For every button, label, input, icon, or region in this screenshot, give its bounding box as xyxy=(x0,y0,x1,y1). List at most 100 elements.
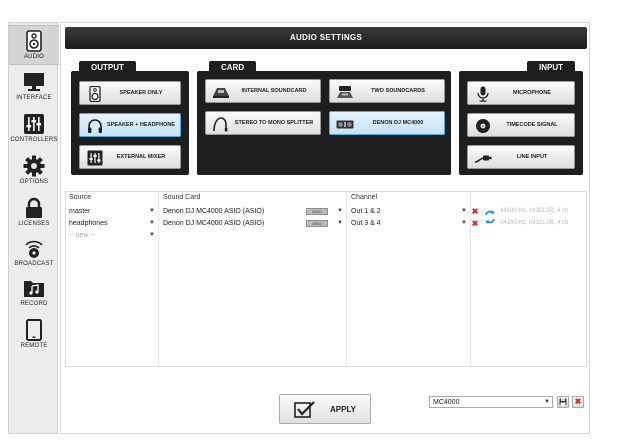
sidebar-item-licenses[interactable]: LICENSES xyxy=(9,193,59,233)
sliders-icon xyxy=(24,114,44,134)
delete-row-icon[interactable]: ✖ xyxy=(471,206,479,217)
sidebar-item-label: LICENSES xyxy=(18,221,50,227)
monitor-icon xyxy=(24,73,44,91)
chevron-down-icon[interactable]: ▼ xyxy=(148,206,156,217)
sidebar-item-label: INTERFACE xyxy=(16,95,52,101)
headphones-icon xyxy=(88,119,102,133)
table-row: master ▼ Denon DJ MC4000 ASIO (ASIO) ASI… xyxy=(66,206,586,217)
column-header-sound-card: Sound Card xyxy=(163,194,201,201)
sidebar-item-label: OPTIONS xyxy=(19,179,49,185)
microphone-icon xyxy=(477,86,489,102)
table-row: -- new -- ▼ xyxy=(66,230,586,241)
page-title: AUDIO SETTINGS xyxy=(65,27,587,49)
sidebar-item-audio[interactable]: AUDIO xyxy=(9,25,59,65)
floppy-disk-icon xyxy=(559,398,567,406)
music-folder-icon xyxy=(24,281,44,297)
denon-mc4000-button[interactable]: DENON DJ MC4000 xyxy=(329,111,445,135)
speaker-icon xyxy=(26,30,42,52)
line-input-label: LINE INPUT xyxy=(516,154,548,160)
asio-settings-button[interactable]: ASIO xyxy=(306,208,328,215)
channel-select[interactable]: Out 3 & 4 xyxy=(348,218,456,229)
format-info: 44100 Hz, Int32LSB, 4 ch xyxy=(500,220,569,226)
chevron-down-icon: ▼ xyxy=(544,399,550,405)
stereo-mono-splitter-button[interactable]: STEREO TO MONO SPLITTER xyxy=(205,111,321,135)
sidebar-item-label: CONTROLLERS xyxy=(10,137,58,143)
internal-soundcard-button[interactable]: INTERNAL SOUNDCARD xyxy=(205,79,321,103)
card-group-title: CARD xyxy=(209,61,257,73)
delete-icon: ✖ xyxy=(574,397,582,406)
tablet-icon xyxy=(26,319,42,341)
lock-icon xyxy=(26,197,42,218)
card-group: CARD INTERNAL SOUNDCARD TWO SOUNDCARDS S… xyxy=(197,61,451,175)
audio-settings-window: AUDIO INTERFACE CONTROLLERS OPTIONS LICE… xyxy=(0,0,635,442)
microphone-button[interactable]: MICROPHONE xyxy=(467,81,575,105)
chevron-down-icon[interactable]: ▼ xyxy=(148,218,156,229)
sidebar-item-options[interactable]: OPTIONS xyxy=(9,151,59,191)
output-group-title: OUTPUT xyxy=(79,61,136,73)
sidebar-item-label: BROADCAST xyxy=(14,261,54,267)
asio-settings-button[interactable]: ASIO xyxy=(306,220,328,227)
table-row: headphones ▼ Denon DJ MC4000 ASIO (ASIO)… xyxy=(66,218,586,229)
two-soundcards-icon xyxy=(337,86,353,98)
splitter-cable-icon xyxy=(213,117,228,132)
chevron-down-icon[interactable]: ▼ xyxy=(336,206,344,217)
chevron-down-icon[interactable]: ▼ xyxy=(336,218,344,229)
new-source-select[interactable]: -- new -- xyxy=(66,230,148,241)
main-panel: AUDIO SETTINGS OUTPUT SPEAKER ONLY SPEAK… xyxy=(60,22,590,434)
sidebar-item-interface[interactable]: INTERFACE xyxy=(9,67,59,107)
channel-select[interactable]: Out 1 & 2 xyxy=(348,206,456,217)
sidebar-item-broadcast[interactable]: BROADCAST xyxy=(9,233,59,273)
apply-button[interactable]: APPLY xyxy=(279,394,371,424)
preset-select[interactable]: MC4000 ▼ xyxy=(429,396,553,408)
sidebar: AUDIO INTERFACE CONTROLLERS OPTIONS LICE… xyxy=(8,22,59,434)
checkbox-check-icon xyxy=(294,401,315,418)
denon-mc4000-label: DENON DJ MC4000 xyxy=(372,120,424,126)
cable-icon xyxy=(474,155,492,163)
input-group: INPUT MICROPHONE TIMECODE SIGNAL LINE IN… xyxy=(459,61,583,175)
sidebar-item-remote[interactable]: REMOTE xyxy=(9,315,59,355)
sidebar-item-record[interactable]: RECORD xyxy=(9,273,59,313)
timecode-signal-label: TIMECODE SIGNAL xyxy=(506,122,558,128)
sound-card-select[interactable]: Denon DJ MC4000 ASIO (ASIO) xyxy=(160,218,302,229)
source-select[interactable]: master xyxy=(66,206,148,217)
chevron-down-icon[interactable]: ▼ xyxy=(460,218,468,229)
two-soundcards-label: TWO SOUNDCARDS xyxy=(371,88,425,94)
output-group: OUTPUT SPEAKER ONLY SPEAKER + HEADPHONE xyxy=(71,61,189,175)
save-preset-button[interactable] xyxy=(557,396,569,408)
microphone-label: MICROPHONE xyxy=(513,90,551,96)
column-header-source: Source xyxy=(69,194,92,201)
sidebar-item-label: RECORD xyxy=(20,301,48,307)
apply-label: APPLY xyxy=(330,405,356,414)
delete-preset-button[interactable]: ✖ xyxy=(572,396,584,408)
external-mixer-button[interactable]: EXTERNAL MIXER xyxy=(79,145,181,169)
sidebar-item-label: REMOTE xyxy=(20,343,48,349)
timecode-signal-button[interactable]: TIMECODE SIGNAL xyxy=(467,113,575,137)
speaker-headphone-button[interactable]: SPEAKER + HEADPHONE xyxy=(79,113,181,137)
source-select[interactable]: headphones xyxy=(66,218,148,229)
sound-card-select[interactable]: Denon DJ MC4000 ASIO (ASIO) xyxy=(160,206,302,217)
speaker-only-label: SPEAKER ONLY xyxy=(119,90,163,96)
vinyl-icon xyxy=(476,119,490,133)
sidebar-item-controllers[interactable]: CONTROLLERS xyxy=(9,109,59,149)
external-mixer-label: EXTERNAL MIXER xyxy=(116,154,166,160)
column-header-channel: Channel xyxy=(351,194,378,201)
routing-table: Source Sound Card Channel master ▼ Denon… xyxy=(65,191,587,367)
line-input-button[interactable]: LINE INPUT xyxy=(467,145,575,169)
format-info: 44100 Hz, Int32LSB, 4 ch xyxy=(500,208,569,214)
input-group-title: INPUT xyxy=(527,61,575,73)
delete-row-icon[interactable]: ✖ xyxy=(471,218,479,229)
sidebar-item-label: AUDIO xyxy=(23,54,44,60)
two-soundcards-button[interactable]: TWO SOUNDCARDS xyxy=(329,79,445,103)
broadcast-icon xyxy=(25,240,43,258)
controller-icon xyxy=(336,120,354,129)
mixer-icon xyxy=(87,150,103,166)
speaker-headphone-label: SPEAKER + HEADPHONE xyxy=(106,122,175,128)
soundcard-icon xyxy=(213,88,229,98)
chevron-down-icon[interactable]: ▼ xyxy=(148,230,156,241)
stereo-mono-splitter-label: STEREO TO MONO SPLITTER xyxy=(234,120,314,126)
refresh-icon[interactable] xyxy=(484,207,496,227)
internal-soundcard-label: INTERNAL SOUNDCARD xyxy=(241,88,307,94)
gear-icon xyxy=(23,155,45,177)
chevron-down-icon[interactable]: ▼ xyxy=(460,206,468,217)
speaker-only-button[interactable]: SPEAKER ONLY xyxy=(79,81,181,105)
